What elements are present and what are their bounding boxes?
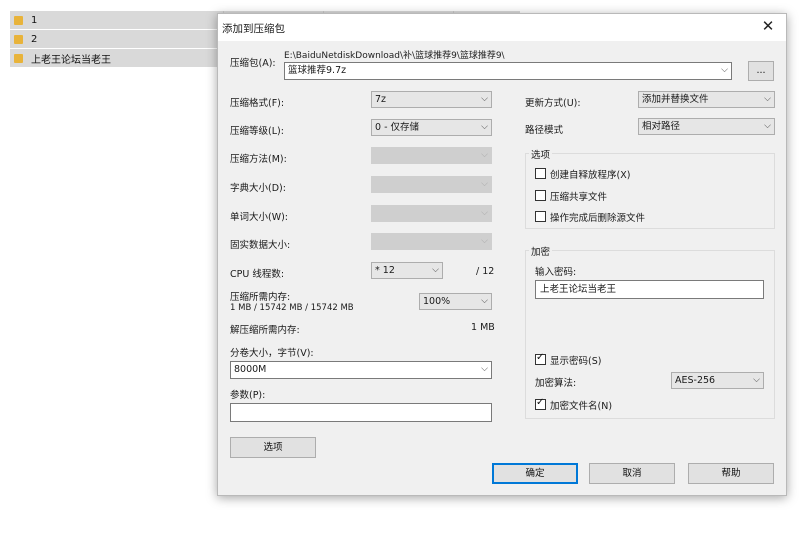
chevron-down-icon: ⌵ [721,65,728,75]
encryption-group-title: 加密 [529,244,553,258]
chevron-down-icon: ⌵ [481,208,488,218]
threads-max: / 12 [476,266,495,277]
folder-icon [14,34,23,44]
level-select[interactable]: 0 - 仅存储 ⌵ [371,119,492,136]
archive-label: 压缩包(A): [230,58,276,69]
ok-button[interactable]: 确定 [492,463,578,484]
chevron-down-icon: ⌵ [753,375,760,385]
add-to-archive-dialog: 添加到压缩包 ✕ 压缩包(A): E:\BaiduNetdiskDownload… [217,13,787,496]
chevron-down-icon: ⌵ [481,94,488,104]
word-select[interactable]: ⌵ [371,205,492,222]
password-input[interactable]: 上老王论坛当老王 [535,280,764,299]
solid-select[interactable]: ⌵ [371,233,492,250]
mem-decompress-value: 1 MB [471,322,495,333]
dict-select[interactable]: ⌵ [371,176,492,193]
format-value: 7z [375,94,387,105]
format-select[interactable]: 7z ⌵ [371,91,492,108]
sfx-label: 创建自释放程序(X) [550,170,631,181]
word-label: 单词大小(W): [230,212,289,223]
chevron-down-icon: ⌵ [432,265,439,275]
encryption-method-label: 加密算法: [535,378,577,389]
sfx-checkbox[interactable] [535,168,546,179]
dict-label: 字典大小(D): [230,183,286,194]
chevron-down-icon: ⌵ [481,296,488,306]
chevron-down-icon: ⌵ [481,364,488,374]
params-label: 参数(P): [230,390,266,401]
check-icon: ✓ [536,352,545,363]
chevron-down-icon: ⌵ [481,150,488,160]
volume-combo[interactable]: 8000M ⌵ [230,361,492,379]
show-password-checkbox[interactable]: ✓ [535,352,546,365]
close-icon[interactable]: ✕ [760,18,776,34]
mem-percent-value: 100% [423,296,451,307]
update-mode-value: 添加并替换文件 [642,94,709,105]
file-name: 1 [31,14,38,26]
path-mode-select[interactable]: 相对路径 ⌵ [638,118,775,135]
chevron-down-icon: ⌵ [764,121,771,131]
path-mode-label: 路径模式 [525,125,564,136]
path-mode-value: 相对路径 [642,121,681,132]
shared-checkbox[interactable] [535,190,546,201]
check-icon: ✓ [536,397,545,408]
threads-label: CPU 线程数: [230,269,285,280]
password-label: 输入密码: [535,267,577,278]
volume-label: 分卷大小，字节(V): [230,348,314,359]
chevron-down-icon: ⌵ [481,236,488,246]
mem-percent-select[interactable]: 100% ⌵ [419,293,492,310]
mem-compress-label: 压缩所需内存: [230,292,291,303]
folder-icon [14,53,23,63]
delete-after-label: 操作完成后删除源文件 [550,213,646,224]
chevron-down-icon: ⌵ [481,122,488,132]
encryption-method-value: AES-256 [675,375,716,386]
encrypt-names-checkbox[interactable]: ✓ [535,397,546,410]
archive-name-combo[interactable]: 篮球推荐9.7z ⌵ [284,62,732,80]
threads-value: * 12 [375,265,395,276]
help-button[interactable]: 帮助 [688,463,774,484]
delete-after-checkbox[interactable] [535,211,546,222]
update-mode-label: 更新方式(U): [525,98,581,109]
options-button[interactable]: 选项 [230,437,316,458]
method-select[interactable]: ⌵ [371,147,492,164]
browse-button[interactable]: ... [748,61,774,81]
file-name: 2 [31,33,38,45]
method-label: 压缩方法(M): [230,154,287,165]
update-mode-select[interactable]: 添加并替换文件 ⌵ [638,91,775,108]
file-name: 上老王论坛当老王 [31,54,111,66]
options-group-title: 选项 [529,147,553,161]
level-label: 压缩等级(L): [230,126,284,137]
archive-path: E:\BaiduNetdiskDownload\补\篮球推荐9\篮球推荐9\ [284,51,505,61]
volume-value: 8000M [234,364,267,375]
format-label: 压缩格式(F): [230,98,285,109]
mem-compress-detail: 1 MB / 15742 MB / 15742 MB [230,303,354,313]
title-bar: 添加到压缩包 ✕ [218,14,786,41]
folder-icon [14,15,23,25]
dialog-title: 添加到压缩包 [222,23,285,35]
level-value: 0 - 仅存储 [375,122,420,133]
encrypt-names-label: 加密文件名(N) [550,401,613,412]
shared-label: 压缩共享文件 [550,192,608,203]
mem-decompress-label: 解压缩所需内存: [230,325,300,336]
params-input[interactable] [230,403,492,422]
show-password-label: 显示密码(S) [550,356,602,367]
archive-name-value: 篮球推荐9.7z [288,65,347,76]
chevron-down-icon: ⌵ [764,94,771,104]
encryption-method-select[interactable]: AES-256 ⌵ [671,372,764,389]
cancel-button[interactable]: 取消 [589,463,675,484]
chevron-down-icon: ⌵ [481,179,488,189]
solid-label: 固实数据大小: [230,240,291,251]
threads-select[interactable]: * 12 ⌵ [371,262,443,279]
